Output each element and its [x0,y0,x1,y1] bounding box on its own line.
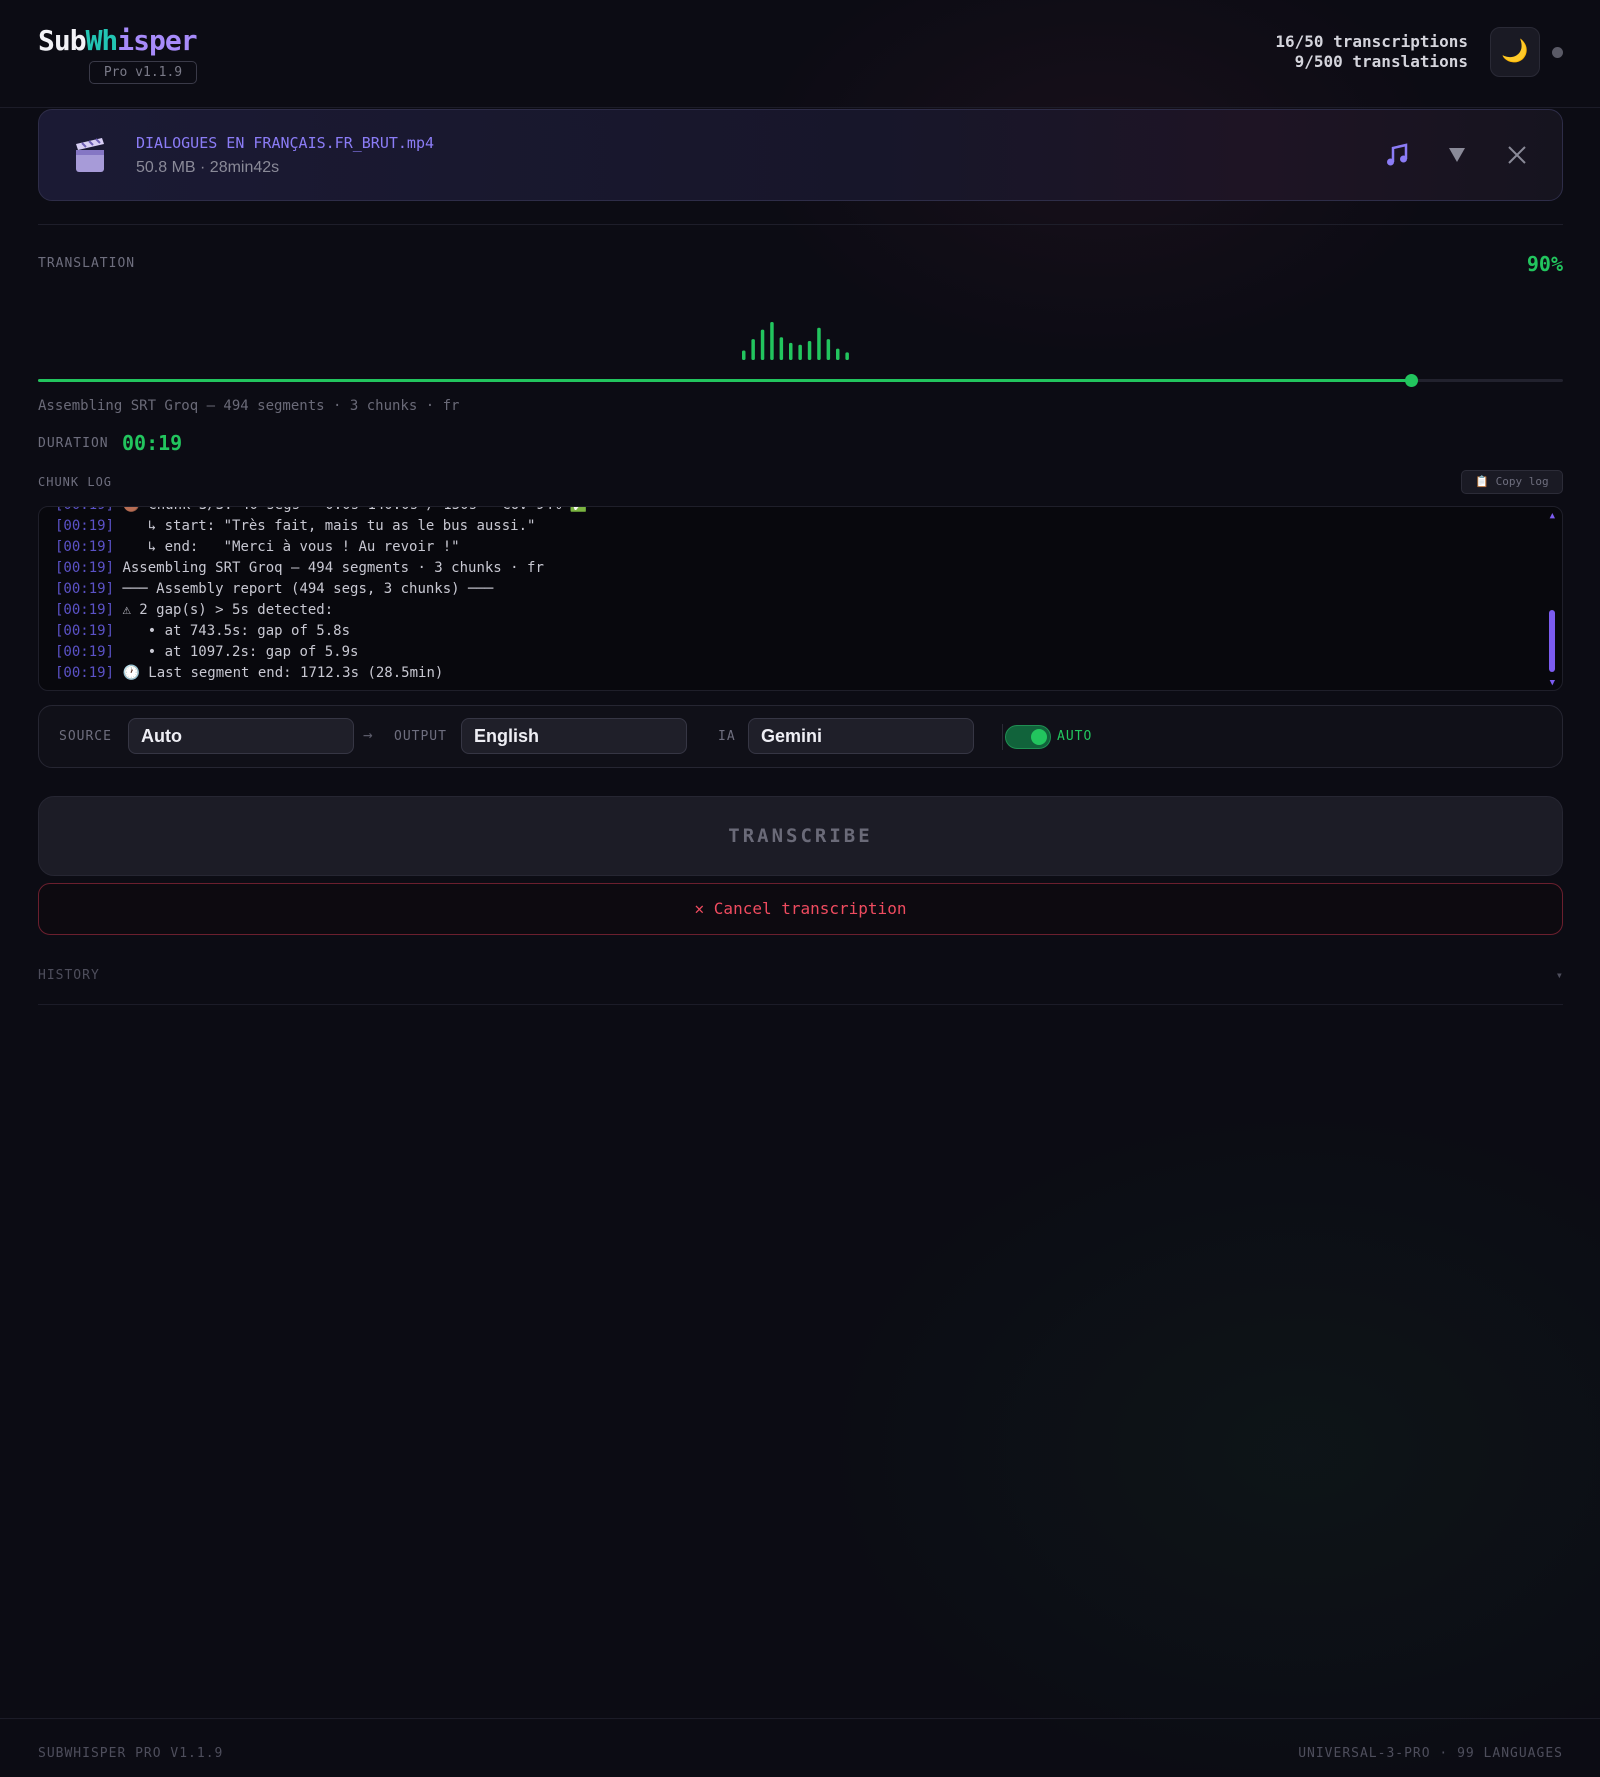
transcriptions-count: 16/50 transcriptions [1275,32,1468,51]
output-label: OUTPUT [394,729,447,744]
ia-label: IA [718,729,736,744]
history-section[interactable]: HISTORY ▾ [38,965,1563,1005]
log-text: 🕐 Last segment end: 1712.3s (28.5min) [114,665,444,681]
progress-fill [38,379,1411,382]
log-text: • at 743.5s: gap of 5.8s [114,623,351,639]
waveform-bar [798,344,802,360]
log-timestamp: [00:19] [55,623,115,639]
connection-status-dot [1552,47,1563,58]
waveform-bar [770,322,774,360]
waveform-bar [826,339,831,360]
logo-part-2: Wh [85,24,119,57]
copy-log-button[interactable]: 📋 Copy log [1461,470,1563,494]
toggle-knob [1031,729,1047,745]
log-timestamp: [00:19] [55,602,115,618]
waveform-bar [845,352,849,360]
duration-label: DURATION [38,436,109,451]
stage-label: TRANSLATION [38,256,136,271]
app-logo[interactable]: SubWhisper [38,24,198,57]
log-timestamp: [00:19] [55,560,115,576]
log-timestamp: [00:19] [55,518,115,534]
x-icon [1508,146,1526,164]
log-timestamp: [00:19] [55,644,115,660]
log-timestamp: [00:19] [55,507,114,513]
translations-count: 9/500 translations [1294,52,1468,71]
theme-toggle-button[interactable]: 🌙 [1490,27,1540,77]
log-line: [00:19] ↳ end: "Merci à vous ! Au revoir… [55,537,1532,558]
source-label: SOURCE [59,729,112,744]
moon-icon: 🌙 [1501,39,1529,64]
waveform-bar [742,350,746,360]
collapse-icon[interactable] [1442,138,1472,172]
log-text: ─── Assembly report (494 segs, 3 chunks)… [114,581,494,597]
output-select[interactable]: English [461,718,687,754]
log-text: ↳ end: "Merci à vous ! Au revoir !" [114,539,460,555]
logo-part-1: Sub [38,24,87,57]
auto-label: AUTO [1057,729,1093,744]
waveform-bar [779,337,784,360]
footer-version: SUBWHISPER PRO V1.1.9 [38,1746,224,1761]
usage-counts: 16/50 transcriptions 9/500 translations [1275,32,1468,72]
scrollbar-thumb[interactable] [1549,610,1555,672]
progress-track [38,374,1563,387]
log-text: ⚠ 2 gap(s) > 5s detected: [114,602,334,618]
log-line: [00:19] • at 743.5s: gap of 5.8s [55,621,1532,642]
log-timestamp: [00:19] [55,581,115,597]
file-meta: 50.8 MB · 28min42s [136,159,280,176]
waveform-bar [807,341,812,360]
chevron-down-icon: ▾ [1555,968,1563,982]
transcribe-button[interactable]: TRANSCRIBE [38,796,1563,876]
log-text: 🟤 Chunk 3/3: 40 segs · 0.0s–140.0s / 150… [114,507,587,513]
waveform-visualizer [742,322,849,360]
source-select[interactable]: Auto [128,718,354,754]
selected-file-card: DIALOGUES EN FRANÇAIS.FR_BRUT.mp4 50.8 M… [38,109,1563,201]
divider [38,224,1563,225]
settings-bar: SOURCE Auto → OUTPUT English IA Gemini A… [38,705,1563,768]
log-lines: [00:19] 🟤 Chunk 3/3: 40 segs · 0.0s–140.… [55,507,1532,684]
log-text: ↳ start: "Très fait, mais tu as le bus a… [114,518,536,534]
app-footer: SUBWHISPER PRO V1.1.9 UNIVERSAL-3-PRO · … [0,1718,1600,1777]
log-line: [00:19] ⚠ 2 gap(s) > 5s detected: [55,600,1532,621]
log-text: • at 1097.2s: gap of 5.9s [114,644,359,660]
history-label: HISTORY [38,968,100,983]
log-line: [00:19] Assembling SRT Groq — 494 segmen… [55,558,1532,579]
arrow-icon: → [363,725,373,744]
divider [1002,724,1003,750]
music-note-icon [1387,143,1408,166]
auto-toggle[interactable] [1005,725,1051,749]
audio-icon[interactable] [1382,138,1412,172]
version-badge: Pro v1.1.9 [89,61,197,84]
close-icon[interactable] [1502,138,1532,172]
log-label: CHUNK LOG [38,475,113,489]
scroll-up-icon[interactable]: ▲ [1550,511,1555,521]
log-line: [00:19] • at 1097.2s: gap of 5.9s [55,642,1532,663]
cancel-transcription-button[interactable]: ✕ Cancel transcription [38,883,1563,935]
progress-status: Assembling SRT Groq — 494 segments · 3 c… [38,398,460,414]
log-text: Assembling SRT Groq — 494 segments · 3 c… [114,560,544,576]
file-name: DIALOGUES EN FRANÇAIS.FR_BRUT.mp4 [136,134,435,152]
clapperboard-icon [76,138,104,172]
waveform-bar [760,329,765,360]
progress-percent: 90% [1526,252,1563,276]
chunk-log[interactable]: [00:19] 🟤 Chunk 3/3: 40 segs · 0.0s–140.… [38,506,1563,691]
log-line: [00:19] ↳ start: "Très fait, mais tu as … [55,516,1532,537]
log-line: [00:19] 🟤 Chunk 3/3: 40 segs · 0.0s–140.… [55,507,1532,516]
waveform-bar [817,327,821,360]
scroll-down-icon[interactable]: ▼ [1550,678,1555,688]
ia-select[interactable]: Gemini [748,718,974,754]
file-actions [1382,138,1532,172]
log-timestamp: [00:19] [55,539,115,555]
triangle-down-icon [1449,148,1465,162]
log-timestamp: [00:19] [55,665,115,681]
logo-part-3: isper [117,24,197,57]
waveform-bar [751,339,755,360]
log-line: [00:19] ─── Assembly report (494 segs, 3… [55,579,1532,600]
duration-value: 00:19 [122,431,183,455]
footer-model-info: UNIVERSAL-3-PRO · 99 LANGUAGES [1298,1746,1563,1761]
waveform-bar [836,348,840,360]
waveform-bar [789,342,793,360]
app-header: SubWhisper Pro v1.1.9 16/50 transcriptio… [0,0,1600,108]
log-line: [00:19] 🕐 Last segment end: 1712.3s (28.… [55,663,1532,684]
progress-thumb [1404,374,1418,387]
